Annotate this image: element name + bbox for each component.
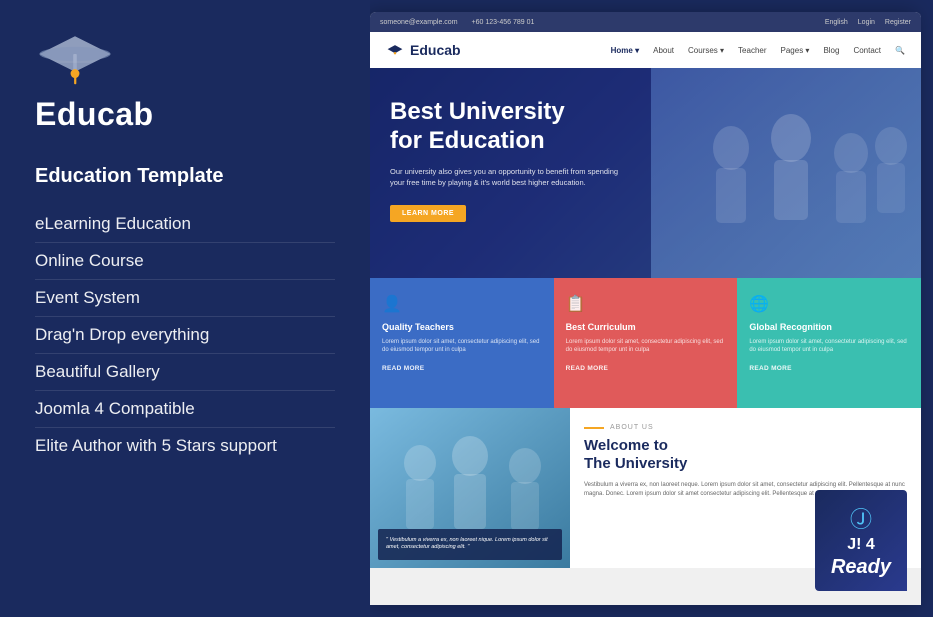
- topbar-email: someone@example.com: [380, 19, 458, 26]
- hero-content: Best Universityfor Education Our univers…: [390, 98, 690, 222]
- about-quote: " Vestibulum a viverra ex, non laoreet n…: [378, 529, 562, 560]
- feature-item-1: Online Course: [35, 243, 335, 280]
- navbar: Educab Home ▾ About Courses ▾ Teacher Pa…: [370, 32, 921, 68]
- card-link-2[interactable]: READ MORE: [566, 365, 726, 372]
- card-best-curriculum: 📋 Best Curriculum Lorem ipsum dolor sit …: [554, 278, 738, 408]
- nav-home[interactable]: Home ▾: [611, 46, 639, 55]
- card-quality-teachers: 👤 Quality Teachers Lorem ipsum dolor sit…: [370, 278, 554, 408]
- card-desc-2: Lorem ipsum dolor sit amet, consectetur …: [566, 338, 726, 355]
- feature-item-0: eLearning Education: [35, 206, 335, 243]
- hero-cta-button[interactable]: LEARN MORE: [390, 205, 466, 222]
- joomla-version: J! 4: [847, 536, 875, 554]
- feature-item-6: Elite Author with 5 Stars support: [35, 428, 335, 464]
- logo-area: Educab: [35, 28, 335, 147]
- navbar-logo: Educab: [386, 42, 461, 58]
- card-link-1[interactable]: READ MORE: [382, 365, 542, 372]
- hero-title: Best Universityfor Education: [390, 98, 690, 156]
- joomla-icon: Ⓙ: [850, 502, 872, 534]
- card-title-2: Best Curriculum: [566, 322, 726, 332]
- topbar-language[interactable]: English: [825, 19, 848, 26]
- card-title-1: Quality Teachers: [382, 322, 542, 332]
- nav-about[interactable]: About: [653, 46, 674, 55]
- graduation-cap-icon: [35, 28, 115, 88]
- topbar-register[interactable]: Register: [885, 19, 911, 26]
- card-link-3[interactable]: READ MORE: [749, 365, 909, 372]
- nav-blog[interactable]: Blog: [823, 46, 839, 55]
- people-svg: [651, 68, 921, 278]
- sidebar: Educab Education Template eLearning Educ…: [0, 0, 370, 617]
- feature-item-2: Event System: [35, 280, 335, 317]
- topbar: someone@example.com +60 123-456 789 01 E…: [370, 12, 921, 32]
- feature-list: eLearning EducationOnline CourseEvent Sy…: [35, 206, 335, 464]
- card-title-3: Global Recognition: [749, 322, 909, 332]
- nav-teacher[interactable]: Teacher: [738, 46, 766, 55]
- preview-area: someone@example.com +60 123-456 789 01 E…: [370, 12, 921, 605]
- navbar-brand: Educab: [410, 42, 461, 58]
- template-title: Education Template: [35, 165, 335, 188]
- topbar-login[interactable]: Login: [858, 19, 875, 26]
- about-quote-container: " Vestibulum a viverra ex, non laoreet n…: [378, 529, 562, 560]
- brand-title: Educab: [35, 96, 154, 133]
- teachers-icon: 👤: [382, 294, 542, 314]
- about-label: ABOUT US: [584, 424, 907, 431]
- hero-image: [651, 68, 921, 278]
- topbar-right: English Login Register: [825, 19, 911, 26]
- card-desc-3: Lorem ipsum dolor sit amet, consectetur …: [749, 338, 909, 355]
- card-global-recognition: 🌐 Global Recognition Lorem ipsum dolor s…: [737, 278, 921, 408]
- nav-cap-icon: [386, 43, 404, 57]
- topbar-left: someone@example.com +60 123-456 789 01: [380, 19, 534, 26]
- nav-courses[interactable]: Courses ▾: [688, 46, 724, 55]
- cards-section: 👤 Quality Teachers Lorem ipsum dolor sit…: [370, 278, 921, 408]
- joomla-badge: Ⓙ J! 4 Ready: [815, 490, 907, 591]
- feature-item-5: Joomla 4 Compatible: [35, 391, 335, 428]
- card-desc-1: Lorem ipsum dolor sit amet, consectetur …: [382, 338, 542, 355]
- feature-item-3: Drag'n Drop everything: [35, 317, 335, 354]
- navbar-menu: Home ▾ About Courses ▾ Teacher Pages ▾ B…: [611, 46, 905, 55]
- joomla-ready: Ready: [831, 556, 891, 579]
- hero-section: Best Universityfor Education Our univers…: [370, 68, 921, 278]
- nav-contact[interactable]: Contact: [853, 46, 881, 55]
- feature-item-4: Beautiful Gallery: [35, 354, 335, 391]
- nav-pages[interactable]: Pages ▾: [781, 46, 810, 55]
- about-image: " Vestibulum a viverra ex, non laoreet n…: [370, 408, 570, 568]
- curriculum-icon: 📋: [566, 294, 726, 314]
- global-icon: 🌐: [749, 294, 909, 314]
- about-title: Welcome toThe University: [584, 437, 907, 473]
- nav-search-icon[interactable]: 🔍: [895, 46, 905, 55]
- hero-subtitle: Our university also gives you an opportu…: [390, 166, 620, 189]
- topbar-phone: +60 123-456 789 01: [472, 19, 535, 26]
